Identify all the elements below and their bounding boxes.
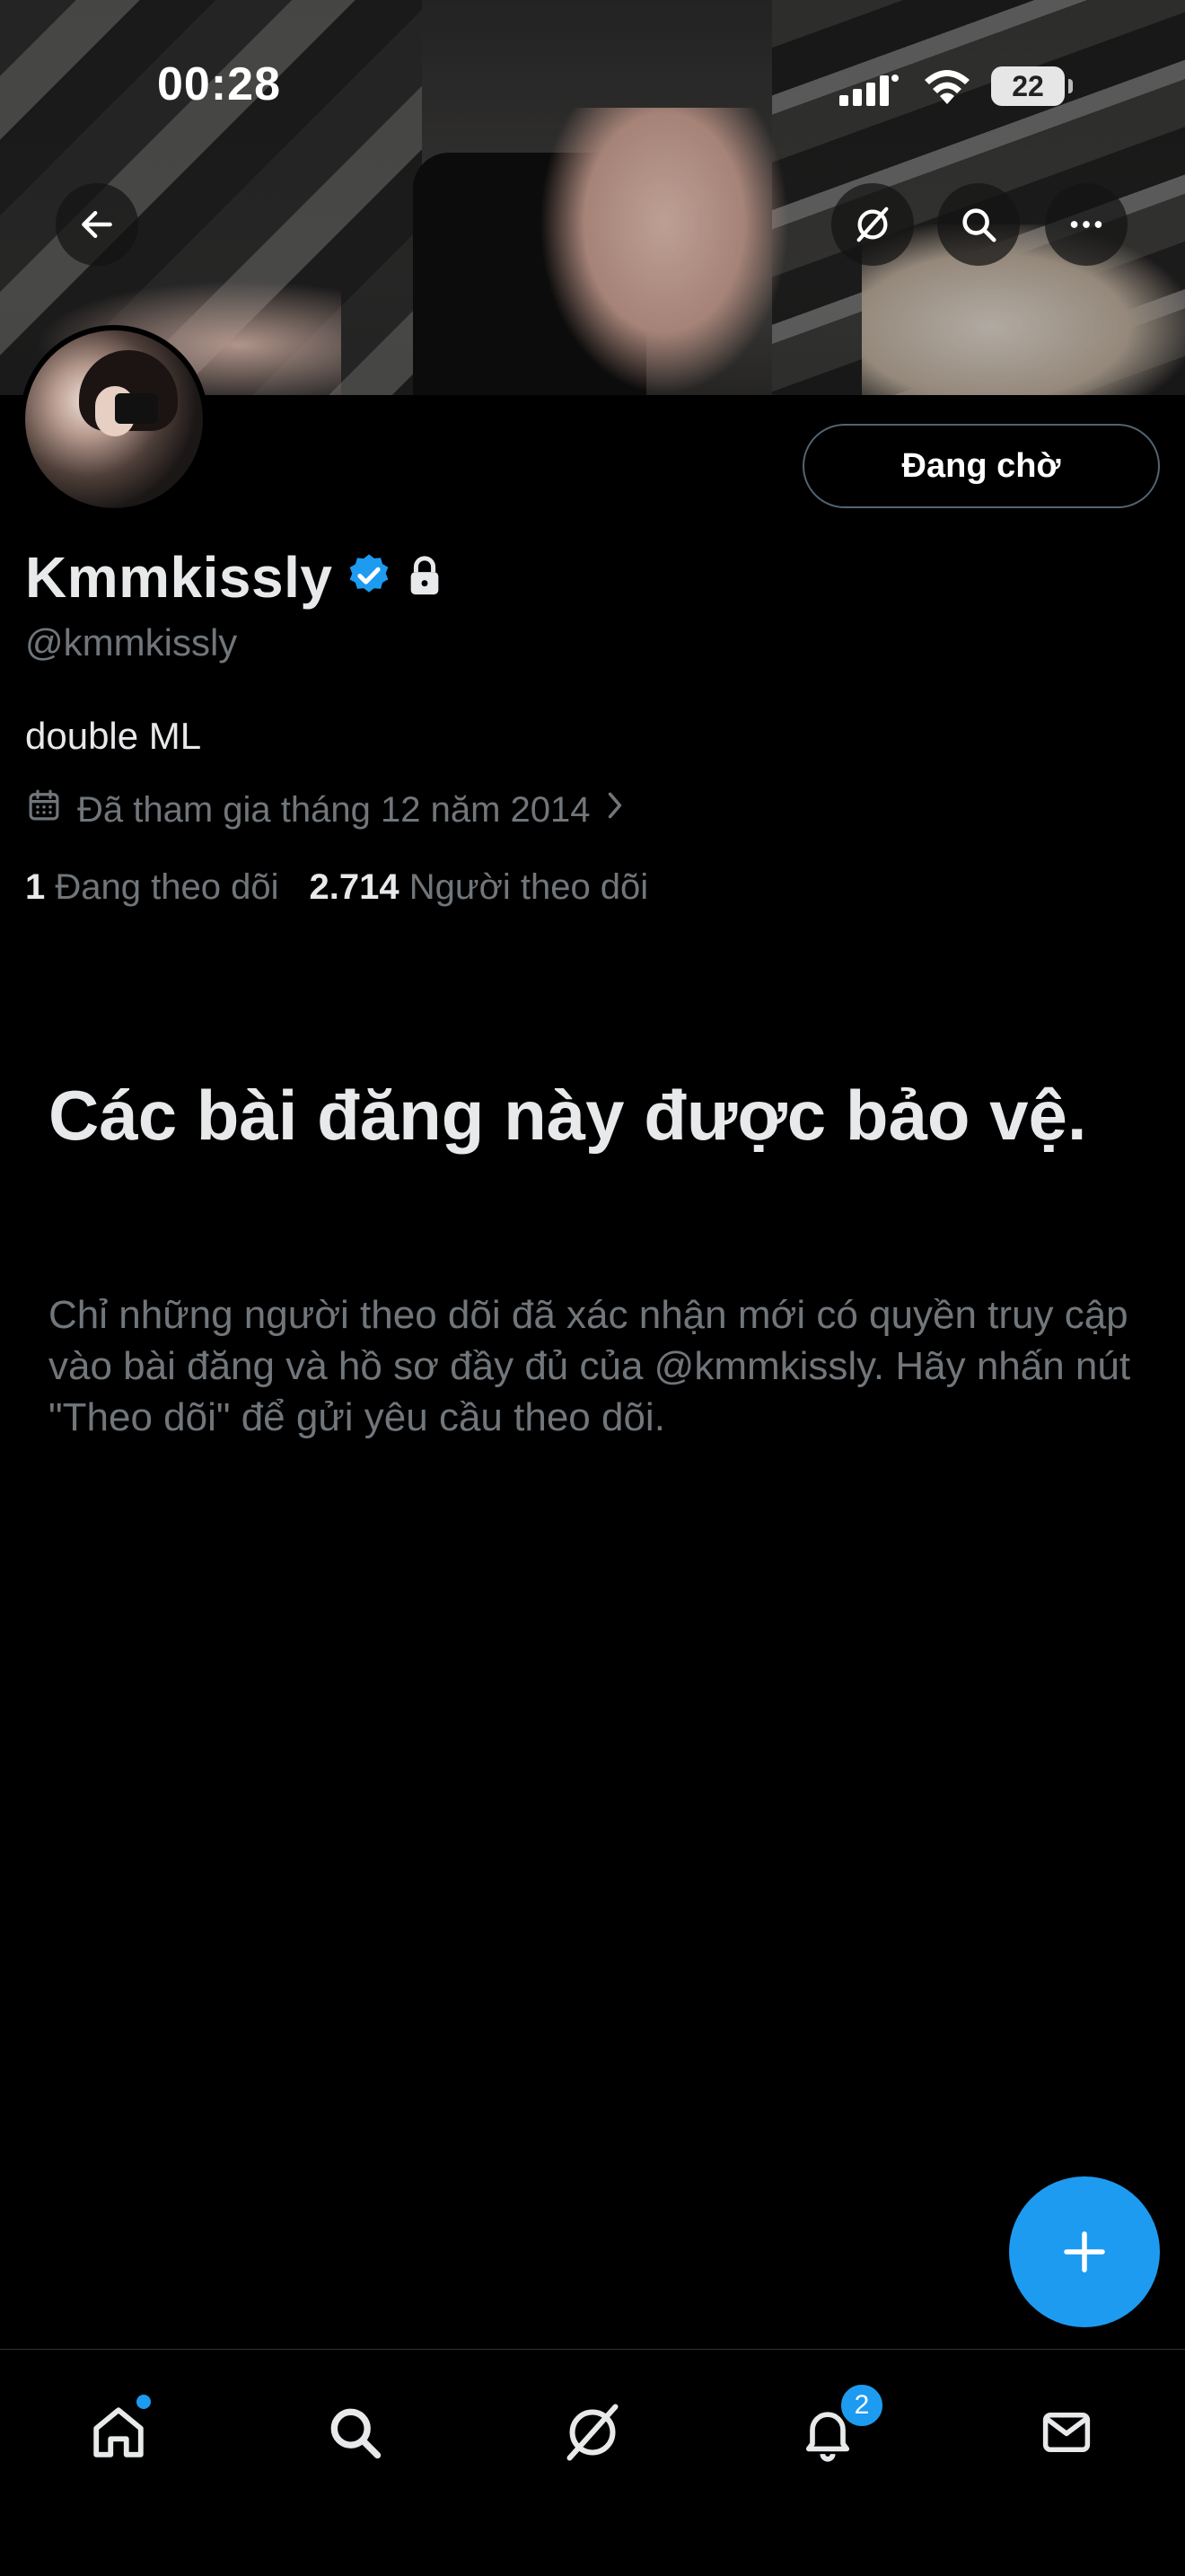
name-row: Kmmkissly bbox=[25, 544, 445, 611]
search-icon bbox=[962, 208, 996, 242]
user-handle: @kmmkissly bbox=[25, 621, 238, 664]
more-horizontal-icon bbox=[1070, 221, 1102, 228]
following-link[interactable]: 1 Đang theo dõi bbox=[25, 867, 278, 907]
follow-stats: 1 Đang theo dõi 2.714 Người theo dõi bbox=[25, 867, 648, 908]
arrow-left-icon bbox=[82, 210, 112, 239]
wifi-icon bbox=[921, 66, 973, 110]
joined-date[interactable]: Đã tham gia tháng 12 năm 2014 bbox=[25, 787, 627, 833]
protected-posts-description: Chỉ những người theo dõi đã xác nhận mới… bbox=[48, 1293, 1131, 1439]
grok-button[interactable] bbox=[831, 183, 914, 266]
following-label: Đang theo dõi bbox=[55, 867, 279, 907]
search-button[interactable] bbox=[937, 183, 1020, 266]
search-icon bbox=[330, 2408, 382, 2459]
grok-icon bbox=[566, 2404, 619, 2461]
battery-indicator: 22 bbox=[991, 66, 1073, 106]
more-options-button[interactable] bbox=[1045, 183, 1128, 266]
bottom-tab-bar: 2 bbox=[0, 2349, 1185, 2576]
home-icon bbox=[93, 2407, 144, 2457]
following-count: 1 bbox=[25, 867, 46, 907]
verified-badge-icon[interactable] bbox=[345, 551, 393, 604]
avatar[interactable] bbox=[20, 325, 208, 514]
calendar-icon bbox=[25, 787, 63, 833]
lock-icon bbox=[404, 553, 445, 602]
messages-icon bbox=[1042, 2413, 1091, 2452]
grok-icon bbox=[856, 207, 889, 242]
followers-count: 2.714 bbox=[309, 867, 399, 907]
joined-date-text: Đã tham gia tháng 12 năm 2014 bbox=[77, 789, 591, 830]
tab-notifications[interactable]: 2 bbox=[783, 2382, 885, 2477]
cellular-signal-icon bbox=[839, 74, 900, 110]
compose-post-button[interactable] bbox=[1009, 2176, 1160, 2327]
protected-posts-title: Các bài đăng này được bảo vệ. bbox=[48, 1076, 1087, 1155]
followers-link[interactable]: 2.714 Người theo dõi bbox=[309, 867, 648, 907]
plus-icon bbox=[1064, 2231, 1105, 2273]
tab-messages[interactable] bbox=[1022, 2387, 1111, 2477]
tab-explore[interactable] bbox=[310, 2387, 399, 2477]
status-bar: 00:28 22 bbox=[0, 54, 1185, 117]
pending-follow-button[interactable]: Đang chờ bbox=[803, 424, 1160, 508]
tab-grok[interactable] bbox=[548, 2387, 637, 2477]
notifications-badge: 2 bbox=[838, 2382, 885, 2429]
tab-home[interactable] bbox=[74, 2387, 163, 2477]
profile-bio: double ML bbox=[25, 715, 202, 757]
home-unread-dot bbox=[136, 2395, 151, 2409]
status-time: 00:28 bbox=[157, 58, 281, 110]
chevron-right-icon bbox=[603, 789, 627, 831]
followers-label: Người theo dõi bbox=[408, 867, 649, 907]
back-button[interactable] bbox=[56, 183, 138, 266]
display-name: Kmmkissly bbox=[25, 545, 333, 610]
